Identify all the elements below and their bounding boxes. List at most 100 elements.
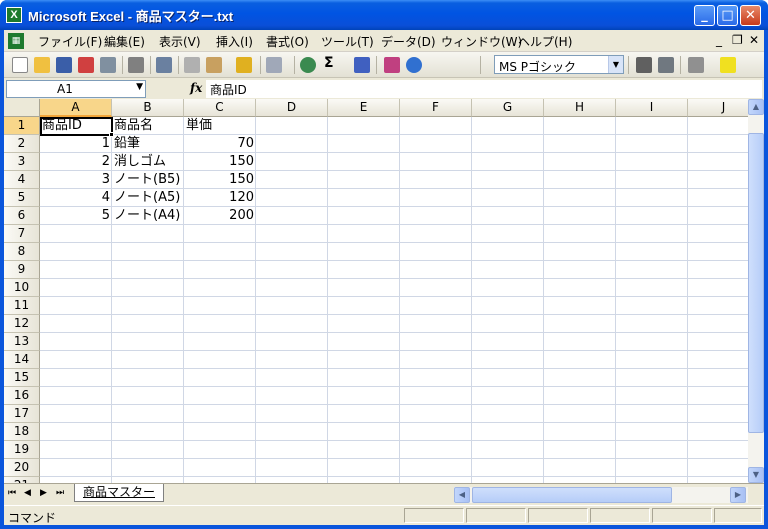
next-sheet-icon[interactable]: ▶: [40, 488, 47, 498]
formula-input[interactable]: 商品ID: [206, 80, 762, 98]
column-header[interactable]: F: [400, 99, 472, 117]
title-bar[interactable]: X Microsoft Excel - 商品マスター.txt _ □ ✕: [0, 0, 768, 30]
cell[interactable]: 120: [184, 189, 256, 207]
row-header[interactable]: 14: [4, 351, 40, 369]
row-header[interactable]: 6: [4, 207, 40, 225]
workbook-icon[interactable]: ▦: [8, 33, 24, 49]
cell[interactable]: ノート(A5): [112, 189, 182, 207]
first-sheet-icon[interactable]: ⏮: [8, 488, 16, 498]
row-header[interactable]: 16: [4, 387, 40, 405]
autosum-icon[interactable]: Σ: [324, 55, 334, 71]
merge-center-icon[interactable]: [658, 57, 674, 73]
cell[interactable]: 4: [40, 189, 112, 207]
menu-file[interactable]: ファイル(F): [38, 33, 102, 50]
row-header[interactable]: 1: [4, 117, 40, 135]
menu-edit[interactable]: 編集(E): [104, 33, 145, 50]
scroll-down-icon[interactable]: ▼: [748, 467, 764, 483]
last-sheet-icon[interactable]: ⏭: [56, 488, 64, 498]
cell[interactable]: ノート(B5): [112, 171, 182, 189]
column-header[interactable]: B: [112, 99, 184, 117]
row-header[interactable]: 7: [4, 225, 40, 243]
row-header[interactable]: 10: [4, 279, 40, 297]
chevron-down-icon[interactable]: ▼: [608, 56, 623, 73]
fill-color-icon[interactable]: [720, 57, 736, 73]
menu-window[interactable]: ウィンドウ(W): [441, 33, 522, 50]
row-header[interactable]: 15: [4, 369, 40, 387]
column-header[interactable]: E: [328, 99, 400, 117]
scroll-left-icon[interactable]: ◀: [454, 487, 470, 503]
menu-data[interactable]: データ(D): [381, 33, 436, 50]
open-icon[interactable]: [34, 57, 50, 73]
borders-icon[interactable]: [688, 57, 704, 73]
vertical-scrollbar[interactable]: ▲ ▼: [748, 99, 764, 483]
row-header[interactable]: 13: [4, 333, 40, 351]
paste-icon[interactable]: [206, 57, 222, 73]
insert-function-icon[interactable]: fx: [190, 81, 202, 95]
prev-sheet-icon[interactable]: ◀: [24, 488, 31, 498]
maximize-button[interactable]: □: [717, 5, 738, 26]
column-header[interactable]: H: [544, 99, 616, 117]
cell[interactable]: 1: [40, 135, 112, 153]
save-icon[interactable]: [56, 57, 72, 73]
column-header[interactable]: A: [40, 99, 112, 117]
fill-handle[interactable]: [109, 132, 114, 137]
minimize-button[interactable]: _: [694, 5, 715, 26]
align-center-icon[interactable]: [636, 57, 652, 73]
format-painter-icon[interactable]: [236, 57, 252, 73]
column-header[interactable]: G: [472, 99, 544, 117]
cell[interactable]: 200: [184, 207, 256, 225]
scroll-right-icon[interactable]: ▶: [730, 487, 746, 503]
research-icon[interactable]: [156, 57, 172, 73]
chevron-down-icon[interactable]: ▼: [136, 82, 143, 92]
row-header[interactable]: 17: [4, 405, 40, 423]
column-header[interactable]: C: [184, 99, 256, 117]
column-header[interactable]: D: [256, 99, 328, 117]
menu-help[interactable]: ヘルプ(H): [518, 33, 572, 50]
print-icon[interactable]: [128, 57, 144, 73]
cell[interactable]: 商品名: [112, 117, 155, 135]
column-header[interactable]: I: [616, 99, 688, 117]
menu-format[interactable]: 書式(O): [266, 33, 309, 50]
chart-wizard-icon[interactable]: [384, 57, 400, 73]
doc-minimize-button[interactable]: _: [716, 33, 722, 47]
row-header[interactable]: 18: [4, 423, 40, 441]
cell[interactable]: 150: [184, 171, 256, 189]
cell[interactable]: 3: [40, 171, 112, 189]
cell[interactable]: 70: [184, 135, 256, 153]
name-box[interactable]: A1 ▼: [6, 80, 146, 98]
row-header[interactable]: 3: [4, 153, 40, 171]
menu-view[interactable]: 表示(V): [159, 33, 201, 50]
cell[interactable]: 消しゴム: [112, 153, 168, 171]
cell[interactable]: 2: [40, 153, 112, 171]
new-icon[interactable]: [12, 57, 28, 73]
row-header[interactable]: 8: [4, 243, 40, 261]
cell[interactable]: 150: [184, 153, 256, 171]
print-preview-icon[interactable]: [100, 57, 116, 73]
excel-app-icon[interactable]: X: [6, 7, 22, 23]
row-header[interactable]: 2: [4, 135, 40, 153]
cell[interactable]: 鉛筆: [112, 135, 142, 153]
row-header[interactable]: 20: [4, 459, 40, 477]
vertical-scroll-thumb[interactable]: [748, 133, 764, 433]
row-header[interactable]: 5: [4, 189, 40, 207]
row-header[interactable]: 9: [4, 261, 40, 279]
sort-ascending-icon[interactable]: [354, 57, 370, 73]
font-name-combo[interactable]: MS Pゴシック ▼: [494, 55, 624, 74]
menu-insert[interactable]: 挿入(I): [216, 33, 253, 50]
row-header[interactable]: 19: [4, 441, 40, 459]
select-all-corner[interactable]: [4, 99, 40, 117]
horizontal-scrollbar[interactable]: ◀ ▶: [454, 487, 748, 503]
column-header[interactable]: J: [688, 99, 748, 117]
sheet-tab-active[interactable]: 商品マスター: [74, 484, 164, 502]
menu-tools[interactable]: ツール(T): [321, 33, 374, 50]
cell[interactable]: ノート(A4): [112, 207, 182, 225]
copy-icon[interactable]: [184, 57, 200, 73]
undo-icon[interactable]: [266, 57, 282, 73]
doc-close-button[interactable]: ✕: [749, 33, 759, 47]
row-header[interactable]: 4: [4, 171, 40, 189]
row-header[interactable]: 11: [4, 297, 40, 315]
horizontal-scroll-thumb[interactable]: [472, 487, 672, 503]
row-header[interactable]: 12: [4, 315, 40, 333]
permission-icon[interactable]: [78, 57, 94, 73]
scroll-up-icon[interactable]: ▲: [748, 99, 764, 115]
